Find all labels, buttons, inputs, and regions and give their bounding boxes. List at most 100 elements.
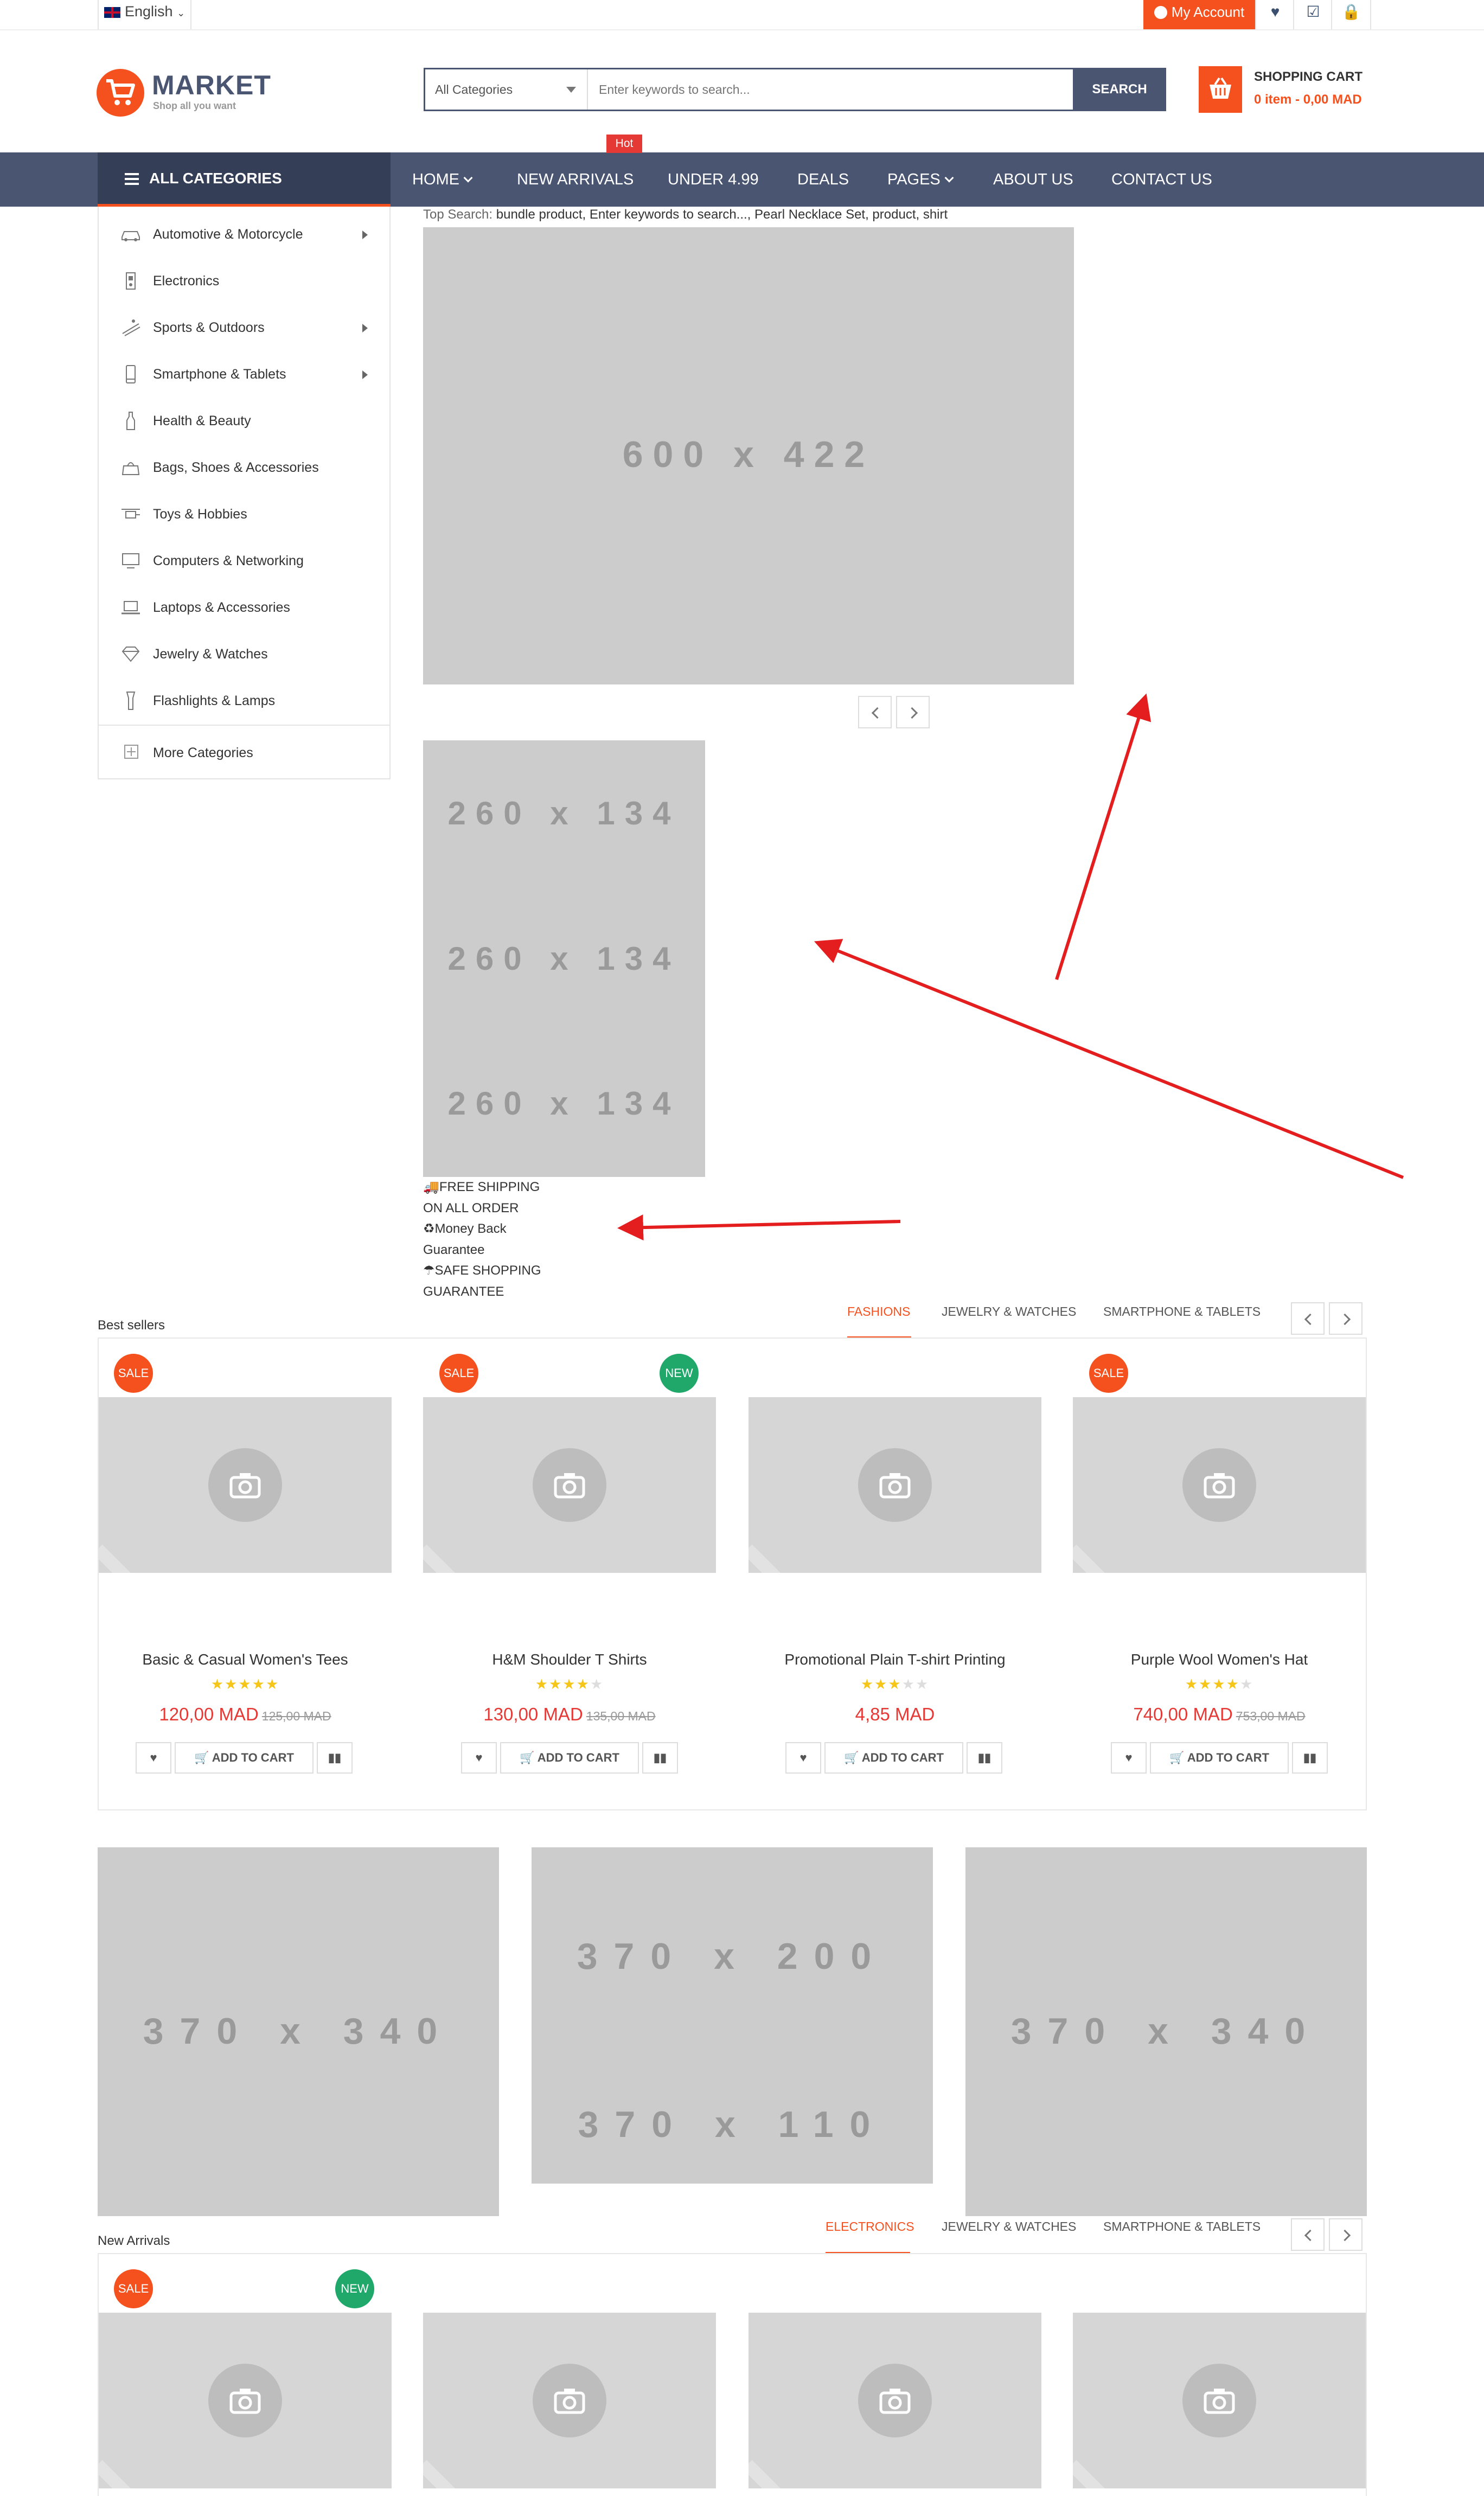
tab-jewelry-watches[interactable]: JEWELRY & WATCHES [942, 2219, 1076, 2234]
add-to-cart-button[interactable]: 🛒 ADD TO CART [500, 1742, 639, 1774]
search-input[interactable] [588, 69, 1074, 110]
banner-right-placeholder[interactable]: 370 x 340 [965, 1847, 1367, 2216]
sale-badge: SALE [114, 2269, 153, 2308]
logo-title[interactable]: MARKET [152, 69, 271, 101]
lock-icon[interactable]: 🔒 [1331, 0, 1371, 29]
wishlist-button[interactable]: ♥ [785, 1742, 821, 1774]
cart-summary[interactable]: 0 item - 0,00 MAD [1254, 92, 1362, 107]
new-arrivals-next-button[interactable] [1329, 2218, 1363, 2251]
sidebar-item-jewelry[interactable]: Jewelry & Watches [99, 631, 389, 677]
nav-pages[interactable]: PAGES [887, 152, 954, 207]
sidebar-item-computers[interactable]: Computers & Networking [99, 537, 389, 584]
checkbox-icon[interactable]: ☑ [1293, 0, 1332, 29]
banner-center-placeholder[interactable]: 370 x 200 370 x 110 [532, 1847, 933, 2184]
tab-smartphone-tablets[interactable]: SMARTPHONE & TABLETS [1103, 1304, 1261, 1319]
add-to-cart-button[interactable]: 🛒 ADD TO CART [175, 1742, 314, 1774]
sidebar-item-smartphone[interactable]: Smartphone & Tablets [99, 351, 389, 398]
product-image[interactable] [749, 1397, 1041, 1573]
slider-placeholder-label: 600 x 422 [622, 434, 875, 475]
sidebar-item-label: Computers & Networking [153, 553, 304, 568]
product-image[interactable] [749, 2313, 1041, 2488]
nav-about-us[interactable]: ABOUT US [993, 152, 1073, 207]
nav-under-4-99[interactable]: UNDER 4.99 [668, 152, 759, 207]
tab-electronics[interactable]: ELECTRONICS [826, 2219, 914, 2234]
nav-deals[interactable]: DEALS [797, 152, 849, 207]
sidebar-item-sports[interactable]: Sports & Outdoors [99, 304, 389, 351]
best-sellers-next-button[interactable] [1329, 1302, 1363, 1335]
product-name[interactable]: H&M Shoulder T Shirts [423, 1651, 716, 1668]
add-to-cart-button[interactable]: 🛒 ADD TO CART [824, 1742, 963, 1774]
sidebar-item-health[interactable]: Health & Beauty [99, 398, 389, 444]
wishlist-button[interactable]: ♥ [1111, 1742, 1147, 1774]
all-categories-button[interactable]: ALL CATEGORIES [98, 152, 391, 207]
sidebar-item-flashlights[interactable]: Flashlights & Lamps [99, 677, 389, 724]
camera-icon [858, 1448, 932, 1522]
cart-title[interactable]: SHOPPING CART [1254, 69, 1363, 85]
tab-smartphone-tablets[interactable]: SMARTPHONE & TABLETS [1103, 2219, 1261, 2234]
top-search-label: Top Search: [423, 207, 493, 222]
product-image[interactable] [99, 2313, 392, 2488]
shopping-basket-icon[interactable] [1199, 66, 1242, 113]
new-arrivals-prev-button[interactable] [1291, 2218, 1325, 2251]
top-search: Top Search: bundle product, Enter keywor… [423, 207, 948, 222]
product-image[interactable] [1073, 1397, 1366, 1573]
product-name[interactable]: Purple Wool Women's Hat [1073, 1651, 1366, 1668]
shipping-line: GUARANTEE [423, 1284, 504, 1299]
nav-home[interactable]: HOME [412, 152, 473, 207]
category-select[interactable]: All Categories [425, 69, 588, 110]
sidebar-item-bags[interactable]: Bags, Shoes & Accessories [99, 444, 389, 491]
search-button[interactable]: SEARCH [1073, 68, 1166, 111]
slider-prev-button[interactable] [858, 696, 892, 728]
sidebar-item-laptops[interactable]: Laptops & Accessories [99, 584, 389, 631]
nav-contact-us[interactable]: CONTACT US [1111, 152, 1212, 207]
tab-jewelry-watches[interactable]: JEWELRY & WATCHES [942, 1304, 1076, 1319]
more-categories-label: More Categories [153, 745, 253, 760]
product-image[interactable] [99, 1397, 392, 1573]
best-sellers-prev-button[interactable] [1291, 1302, 1325, 1335]
language-selector[interactable]: English ⌄ [98, 0, 192, 29]
logo-cart-icon[interactable] [97, 69, 144, 117]
tab-fashions[interactable]: FASHIONS [847, 1304, 910, 1319]
search-box: All Categories [424, 68, 1074, 111]
compare-button[interactable]: ▮▮ [1292, 1742, 1328, 1774]
compare-button[interactable]: ▮▮ [317, 1742, 353, 1774]
cart-icon: 🛒 [194, 1751, 212, 1764]
sidebar-item-label: Laptops & Accessories [153, 600, 290, 615]
main-slider-placeholder[interactable]: 600 x 422 [423, 227, 1074, 684]
banner-placeholder-label: 260 x 134 [447, 940, 681, 977]
compare-button[interactable]: ▮▮ [642, 1742, 678, 1774]
product-name[interactable]: Promotional Plain T-shirt Printing [749, 1651, 1041, 1668]
more-categories-button[interactable]: More Categories [99, 725, 389, 780]
slider-next-button[interactable] [896, 696, 930, 728]
product-price: 4,85 MAD [855, 1704, 935, 1724]
sidebar-item-electronics[interactable]: Electronics [99, 258, 389, 304]
top-search-terms[interactable]: bundle product, Enter keywords to search… [496, 207, 948, 222]
add-to-cart-button[interactable]: 🛒 ADD TO CART [1150, 1742, 1289, 1774]
my-account-button[interactable]: My Account [1143, 0, 1255, 29]
product-price: 120,00 MAD 125,00 MAD [159, 1704, 331, 1724]
mid-banners-placeholder[interactable]: 260 x 134 260 x 134 260 x 134 [423, 740, 705, 1177]
sidebar-item-toys[interactable]: Toys & Hobbies [99, 491, 389, 537]
product-image[interactable] [1073, 2313, 1366, 2488]
product-name[interactable]: Basic & Casual Women's Tees [99, 1651, 392, 1668]
sidebar-item-automotive[interactable]: Automotive & Motorcycle [99, 211, 389, 258]
category-select-value: All Categories [435, 82, 513, 97]
annotation-arrow [1055, 693, 1152, 980]
compare-button[interactable]: ▮▮ [967, 1742, 1002, 1774]
bar-chart-icon: ▮▮ [977, 1751, 992, 1764]
wishlist-heart-icon[interactable]: ♥ [1255, 0, 1294, 29]
sidebar-item-label: Sports & Outdoors [153, 320, 265, 335]
banner-left-placeholder[interactable]: 370 x 340 [98, 1847, 499, 2216]
wishlist-button[interactable]: ♥ [461, 1742, 497, 1774]
nav-new-arrivals[interactable]: NEW ARRIVALS [517, 152, 634, 207]
heart-icon: ♥ [1125, 1751, 1133, 1764]
shipping-line: Guarantee [423, 1242, 485, 1257]
wishlist-button[interactable]: ♥ [136, 1742, 171, 1774]
banner-placeholder-label: 260 x 134 [447, 1085, 681, 1122]
camera-icon [533, 2364, 606, 2437]
product-image[interactable] [423, 2313, 716, 2488]
annotation-arrow [617, 1214, 901, 1241]
banner-placeholder-label: 370 x 200 [577, 1936, 888, 1977]
product-image[interactable] [423, 1397, 716, 1573]
new-arrivals-title: New Arrivals [98, 2233, 170, 2248]
